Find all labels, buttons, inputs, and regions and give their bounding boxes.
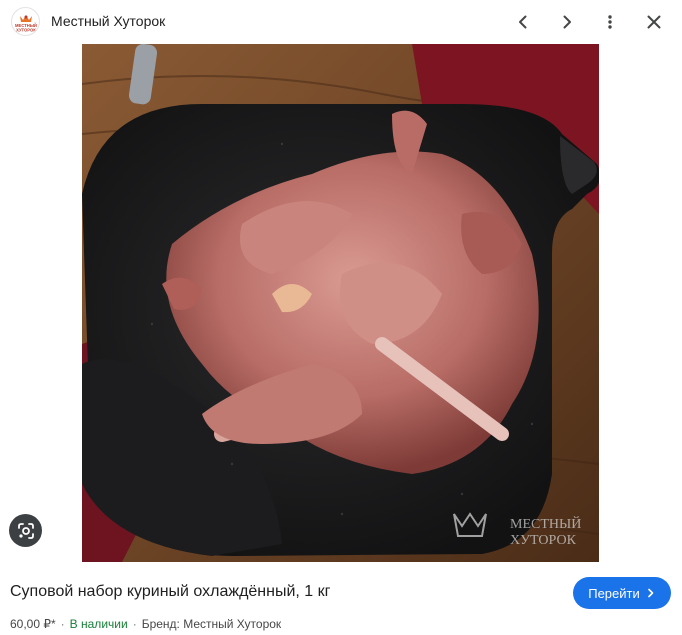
site-favicon: МЕСТНЫЙ ХУТОРОК bbox=[11, 7, 40, 36]
visit-button-label: Перейти bbox=[588, 585, 640, 601]
more-options-button[interactable] bbox=[596, 8, 624, 36]
google-lens-button[interactable] bbox=[9, 514, 42, 547]
product-title[interactable]: Суповой набор куриный охлаждённый, 1 кг bbox=[10, 583, 330, 601]
product-photo-illustration: МЕСТНЫЙ ХУТОРОК bbox=[82, 44, 599, 562]
svg-text:ХУТОРОК: ХУТОРОК bbox=[16, 27, 36, 32]
product-meta: 60,00 ₽* · В наличии · Бренд: Местный Хуторо… bbox=[10, 617, 281, 631]
watermark-line2: ХУТОРОК bbox=[510, 533, 577, 548]
visit-button[interactable]: Перейти bbox=[573, 577, 671, 609]
chevron-right-icon bbox=[563, 15, 571, 29]
product-brand: Бренд: Местный Хуторок bbox=[141, 617, 282, 631]
watermark-line1: МЕСТНЫЙ bbox=[510, 515, 581, 532]
google-lens-icon bbox=[17, 522, 34, 539]
chevron-left-icon bbox=[519, 15, 527, 29]
chevron-right-icon bbox=[647, 588, 654, 598]
site-logo-icon: МЕСТНЫЙ ХУТОРОК bbox=[15, 14, 36, 32]
more-vert-icon bbox=[608, 15, 612, 29]
next-button[interactable] bbox=[553, 8, 581, 36]
close-button[interactable] bbox=[640, 8, 668, 36]
previous-button[interactable] bbox=[509, 8, 537, 36]
meta-separator: · bbox=[132, 617, 137, 631]
top-bar: МЕСТНЫЙ ХУТОРОК Местный Хуторок bbox=[0, 0, 682, 44]
image-viewer: МЕСТНЫЙ ХУТОРОК bbox=[0, 44, 682, 562]
site-name[interactable]: Местный Хуторок bbox=[51, 13, 165, 29]
availability-status: В наличии bbox=[69, 617, 128, 631]
meta-separator: · bbox=[60, 617, 65, 631]
close-icon bbox=[647, 15, 661, 29]
product-price: 60,00 ₽* bbox=[10, 617, 56, 631]
product-image[interactable]: МЕСТНЫЙ ХУТОРОК bbox=[82, 44, 599, 562]
